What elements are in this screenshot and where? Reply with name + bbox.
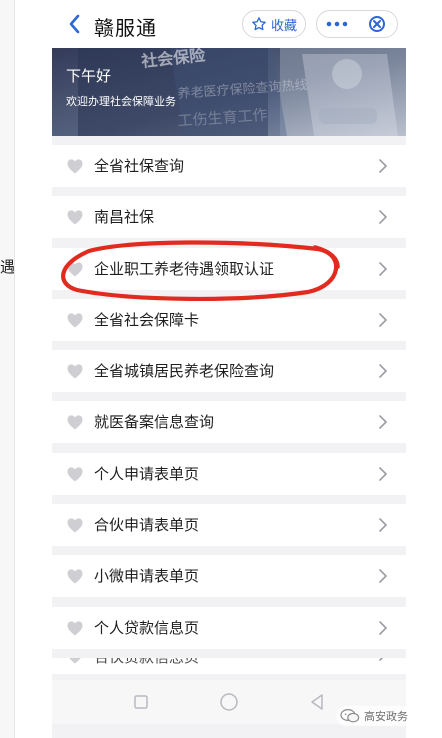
list-item-label: 全省社会保障卡 — [94, 310, 200, 329]
back-system-button[interactable] — [305, 690, 329, 714]
square-icon — [134, 695, 148, 709]
collect-label: 收藏 — [270, 18, 297, 34]
more-icon — [326, 21, 348, 27]
list-item-label: 南昌社保 — [94, 208, 155, 227]
welcome-text: 欢迎办理社会保障业务 — [66, 95, 176, 108]
list-item[interactable]: 个人贷款信息页 — [52, 606, 406, 649]
chevron-right-icon — [379, 620, 387, 635]
chevron-right-icon — [379, 261, 387, 276]
heart-icon — [67, 313, 83, 328]
list-item-label: 就医备案信息查询 — [94, 413, 215, 432]
left-side-panel — [0, 0, 15, 738]
heart-icon — [67, 210, 83, 225]
list-item[interactable]: 全省社保查询 — [52, 145, 406, 187]
banner: 社会保险 养老医疗保险查询热线 工伤生育工作 下午好 欢迎办理社会保障业务 — [52, 48, 406, 136]
chevron-right-icon — [379, 569, 387, 584]
page-title: 赣服通 — [94, 16, 157, 40]
chevron-right-icon — [379, 364, 387, 378]
wechat-icon — [340, 708, 360, 723]
heart-icon — [67, 621, 83, 636]
back-button[interactable] — [62, 9, 88, 39]
home-button[interactable] — [217, 690, 241, 714]
phone-screen: 赣服通 收藏 社会保险 养老医疗保险查询热线 工伤生育工作 下午好 欢迎办理社会… — [52, 0, 406, 738]
left-clipped-text: 遇 — [0, 258, 14, 276]
banner-photo: 社会保险 养老医疗保险查询热线 工伤生育工作 — [52, 48, 406, 136]
heart-icon — [67, 261, 83, 277]
heart-icon — [67, 569, 83, 584]
heart-icon — [67, 415, 83, 430]
list-item-label: 合伙申请表单页 — [94, 516, 200, 535]
chevron-right-icon — [379, 313, 387, 327]
wechat-watermark: 高安政务 — [336, 706, 412, 726]
list-item-label: 全省城镇居民养老保险查询 — [94, 362, 275, 381]
heart-icon — [69, 657, 81, 664]
greeting-text: 下午好 — [66, 67, 112, 85]
close-button[interactable] — [360, 12, 394, 36]
triangle-back-icon — [311, 694, 323, 710]
more-button[interactable] — [320, 12, 354, 36]
list-item[interactable]: 全省城镇居民养老保险查询 — [52, 350, 406, 393]
watermark-label: 高安政务 — [364, 710, 408, 723]
chevron-right-icon — [379, 466, 387, 481]
list-item-label: 个人贷款信息页 — [94, 618, 200, 637]
chevron-left-icon — [69, 14, 80, 34]
heart-icon — [67, 467, 83, 482]
header: 赣服通 收藏 — [52, 0, 406, 48]
heart-icon — [67, 518, 83, 533]
circle-icon — [220, 693, 238, 711]
chevron-right-icon — [379, 657, 384, 661]
page: 遇 赣服通 收藏 社会保险 养老医疗保险查询热线 工伤生育工作 下午好 欢迎办理… — [0, 0, 442, 738]
chevron-right-icon — [379, 159, 387, 173]
service-list: 全省社保查询 南昌社保 企业职工养老待遇领取认证 全省社会保障卡 全省城镇居民养… — [52, 145, 406, 674]
list-item[interactable]: 南昌社保 — [52, 196, 406, 239]
list-item[interactable]: 合伙申请表单页 — [52, 504, 406, 547]
collect-button[interactable]: 收藏 — [242, 10, 306, 38]
star-icon — [252, 17, 266, 31]
list-item[interactable]: 就医备案信息查询 — [52, 401, 406, 444]
mini-program-controls — [316, 10, 398, 38]
heart-icon — [67, 159, 83, 174]
recent-apps-button[interactable] — [129, 690, 153, 714]
chevron-right-icon — [379, 415, 387, 430]
chevron-right-icon — [379, 518, 387, 532]
list-item[interactable]: 合伙贷款信息页 — [52, 657, 406, 674]
heart-icon — [67, 364, 83, 379]
list-item[interactable]: 全省社会保障卡 — [52, 298, 406, 341]
list-item-label: 个人申请表单页 — [94, 464, 200, 483]
list-item-label: 全省社保查询 — [94, 157, 185, 175]
chevron-right-icon — [379, 210, 387, 225]
list-item[interactable]: 企业职工养老待遇领取认证 — [52, 247, 406, 290]
list-item-label: 小微申请表单页 — [94, 567, 200, 586]
list-item-label: 企业职工养老待遇领取认证 — [94, 259, 275, 278]
list-item[interactable]: 个人申请表单页 — [52, 452, 406, 495]
close-icon — [369, 16, 385, 32]
list-item[interactable]: 小微申请表单页 — [52, 555, 406, 598]
list-item-label: 合伙贷款信息页 — [94, 658, 199, 667]
